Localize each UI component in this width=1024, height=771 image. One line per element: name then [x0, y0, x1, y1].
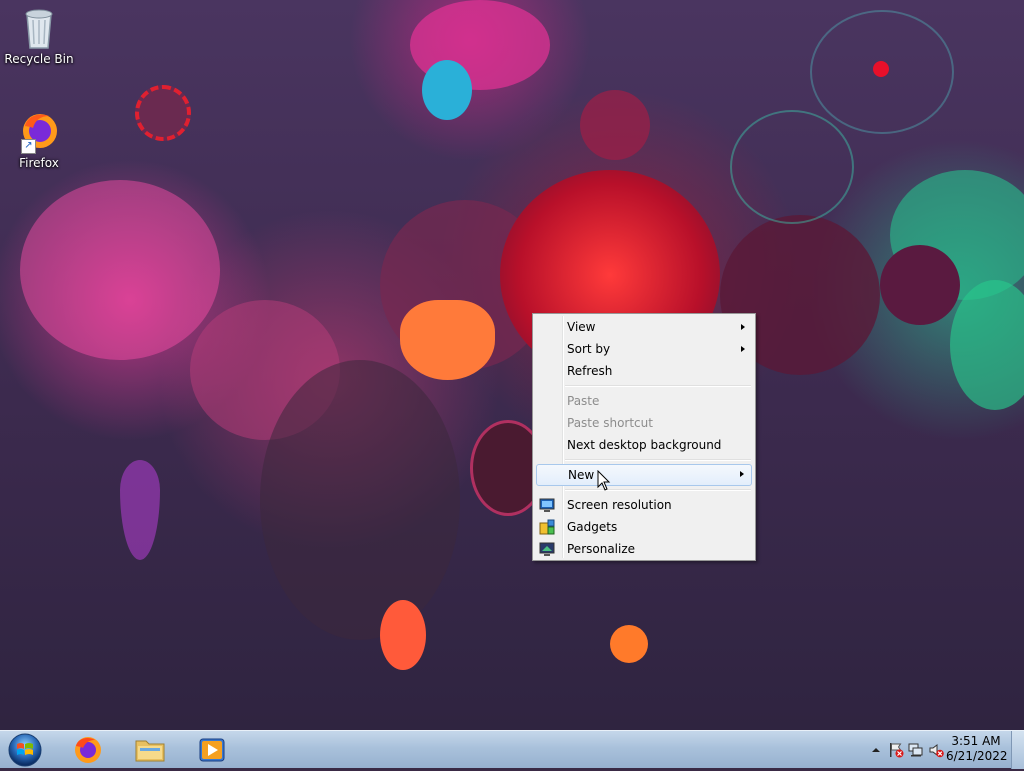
menu-item-label: Refresh [567, 364, 613, 378]
start-button[interactable] [4, 733, 46, 767]
taskbar-button-media-player[interactable] [184, 732, 240, 768]
taskbar-button-firefox[interactable] [60, 732, 116, 768]
wallpaper-shape [580, 90, 650, 160]
menu-item-label: Paste [567, 394, 600, 408]
submenu-arrow-icon [741, 324, 745, 330]
notification-area: 3:51 AM 6/21/2022 [844, 731, 1024, 769]
menu-item-new[interactable]: New [536, 464, 752, 486]
wallpaper-shape [260, 360, 460, 640]
wallpaper-shape [120, 460, 160, 560]
menu-item-label: Personalize [567, 542, 636, 556]
wallpaper-shape [610, 625, 648, 663]
submenu-arrow-icon [741, 346, 745, 352]
menu-item-label: Screen resolution [567, 498, 672, 512]
menu-item-label: New [568, 468, 595, 482]
folder-icon [135, 740, 165, 762]
desktop-icon-label: Recycle Bin [4, 52, 74, 66]
system-clock[interactable]: 3:51 AM 6/21/2022 [946, 734, 1008, 764]
wallpaper-shape [730, 110, 854, 224]
action-center-flag-icon[interactable] [888, 742, 904, 758]
shortcut-arrow-icon: ↗ [21, 139, 36, 154]
menu-separator [565, 489, 751, 491]
menu-item-label: Paste shortcut [567, 416, 653, 430]
menu-item-sort-by[interactable]: Sort by [535, 338, 753, 360]
menu-item-paste-shortcut[interactable]: Paste shortcut [535, 412, 753, 434]
menu-item-view[interactable]: View [535, 316, 753, 338]
menu-item-gadgets[interactable]: Gadgets [535, 516, 753, 538]
mouse-pointer-icon [597, 469, 611, 492]
taskbar: 3:51 AM 6/21/2022 [0, 730, 1024, 769]
menu-item-label: View [567, 320, 596, 334]
menu-item-next-desktop-background[interactable]: Next desktop background [535, 434, 753, 456]
wallpaper-shape [873, 61, 889, 77]
menu-item-paste[interactable]: Paste [535, 390, 753, 412]
wallpaper-shape [135, 85, 191, 141]
desktop-context-menu: View Sort by Refresh Paste Paste shortcu… [532, 313, 756, 561]
wallpaper-shape [422, 60, 472, 120]
show-hidden-icons-arrow[interactable] [868, 742, 884, 758]
menu-item-label: Sort by [567, 342, 611, 356]
menu-item-personalize[interactable]: Personalize [535, 538, 753, 560]
media-player-icon [199, 738, 225, 762]
menu-separator [565, 459, 751, 461]
screen-resolution-icon [539, 497, 555, 513]
wallpaper-shape [20, 180, 220, 360]
desktop-icon-recycle-bin[interactable]: Recycle Bin [1, 6, 77, 66]
recycle-bin-icon [19, 6, 59, 50]
clock-date: 6/21/2022 [946, 749, 1008, 763]
submenu-arrow-icon [740, 471, 744, 477]
personalize-icon [539, 541, 555, 557]
desktop-icon-label: Firefox [19, 156, 59, 170]
menu-item-label: Gadgets [567, 520, 618, 534]
firefox-icon [75, 737, 101, 763]
clock-time: 3:51 AM [951, 734, 1001, 748]
menu-item-label: Next desktop background [567, 438, 722, 452]
show-desktop-button[interactable] [1011, 731, 1024, 769]
taskbar-button-windows-explorer[interactable] [122, 732, 178, 768]
firefox-icon: ↗ [19, 110, 59, 154]
volume-muted-icon[interactable] [928, 742, 944, 758]
network-icon[interactable] [908, 742, 924, 758]
gadgets-icon [539, 519, 555, 535]
desktop-icon-firefox[interactable]: ↗ Firefox [1, 110, 77, 170]
menu-item-screen-resolution[interactable]: Screen resolution [535, 494, 753, 516]
wallpaper-shape [880, 245, 960, 325]
wallpaper-shape [380, 600, 426, 670]
menu-separator [565, 385, 751, 387]
menu-item-refresh[interactable]: Refresh [535, 360, 753, 382]
windows-orb-icon [8, 733, 42, 767]
desktop-background[interactable]: Recycle Bin ↗ Firefox [0, 0, 1024, 730]
wallpaper-shape [400, 300, 495, 380]
